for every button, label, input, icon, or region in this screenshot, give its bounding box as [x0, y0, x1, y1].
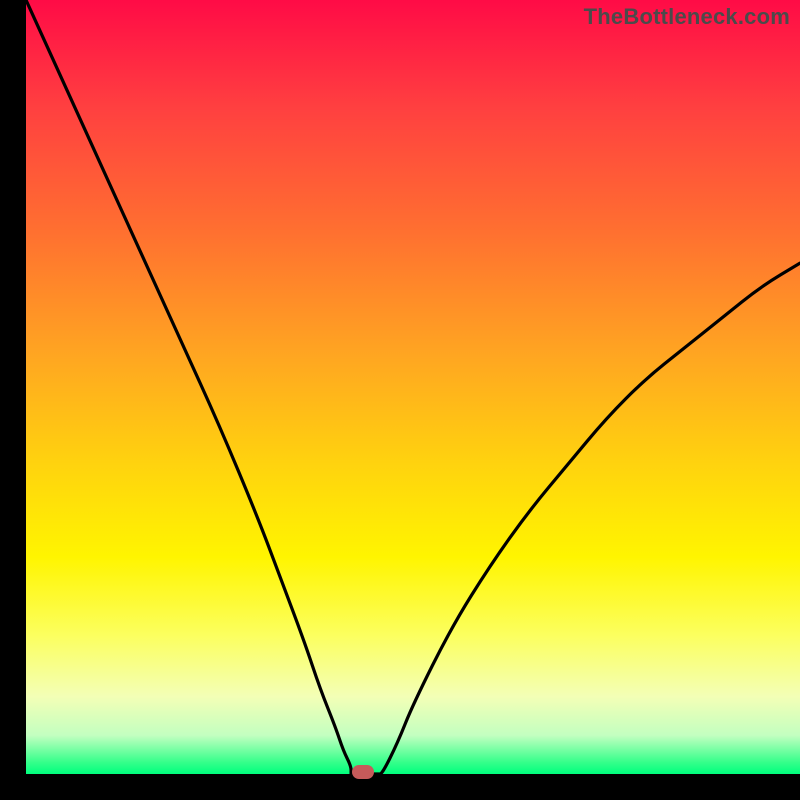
plot-area: TheBottleneck.com [26, 0, 800, 774]
bottleneck-curve [26, 0, 800, 774]
optimum-marker [352, 765, 374, 779]
chart-frame: TheBottleneck.com [0, 0, 800, 800]
